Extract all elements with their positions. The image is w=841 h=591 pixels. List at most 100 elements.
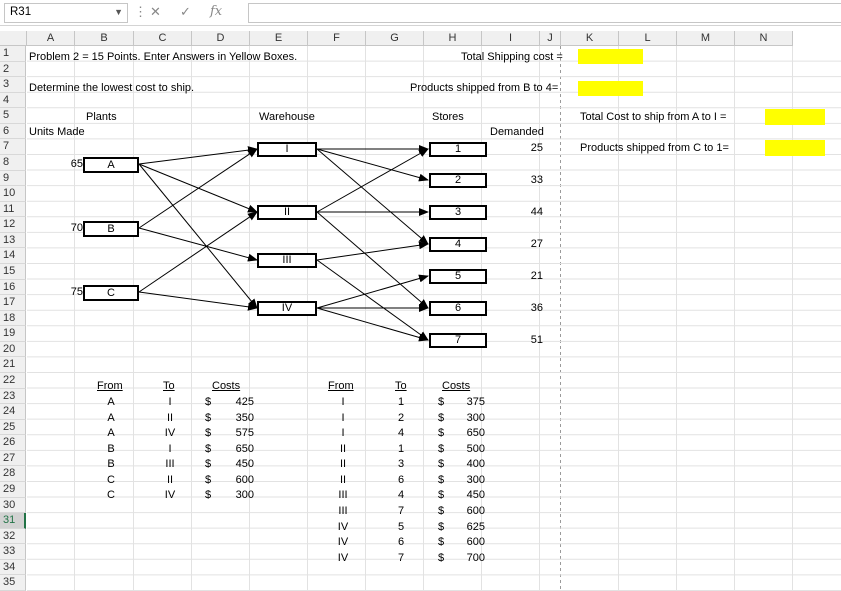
arrow-i-4 [316,148,429,245]
table2-currency-cell: $ [438,458,445,471]
row-header-34[interactable]: 34 [0,559,26,576]
table2-to-header: To [395,380,407,392]
name-box[interactable]: R31 ▼ [4,3,128,23]
column-header-k[interactable]: K [561,31,619,46]
table2-cost-cell: 450 [466,489,485,502]
table1-cost-cell: 600 [235,473,254,486]
select-all-corner[interactable] [0,31,27,46]
column-header-e[interactable]: E [250,31,308,46]
column-header-d[interactable]: D [192,31,250,46]
column-header-g[interactable]: G [366,31,424,46]
row-header-22[interactable]: 22 [0,372,26,389]
table1-to-cell: IV [164,489,176,502]
row-header-33[interactable]: 33 [0,544,26,560]
row-header-24[interactable]: 24 [0,404,26,420]
table1-to-header: To [163,380,175,392]
table2-currency-cell: $ [438,473,445,486]
warehouse-box-i: I [257,142,317,157]
table1-costs-header: Costs [212,380,241,392]
row-header-6[interactable]: 6 [0,123,26,140]
row-header-2[interactable]: 2 [0,61,26,78]
enter-check-icon[interactable]: ✓ [180,4,191,20]
column-header-h[interactable]: H [424,31,482,46]
arrow-iv-5 [316,274,429,309]
dropdown-arrow-icon[interactable]: ▼ [114,7,123,17]
row-header-31[interactable]: 31 [0,513,26,529]
table1-from-cell: B [107,442,115,455]
row-header-19[interactable]: 19 [0,326,26,342]
row-header-26[interactable]: 26 [0,435,26,451]
table1-to-cell: IV [164,427,176,440]
store-box-2: 2 [429,173,487,188]
column-header-c[interactable]: C [134,31,192,46]
column-header-l[interactable]: L [619,31,677,46]
table2-currency-cell: $ [438,489,445,502]
row-header-11[interactable]: 11 [0,201,26,218]
worksheet-grid[interactable]: Problem 2 = 15 Points. Enter Answers in … [27,46,841,591]
row-header-15[interactable]: 15 [0,263,26,280]
row-header-32[interactable]: 32 [0,528,26,545]
column-header-m[interactable]: M [677,31,735,46]
row-header-20[interactable]: 20 [0,341,26,358]
function-icon[interactable]: fx [210,4,222,19]
row-header-1[interactable]: 1 [0,46,26,62]
arrow-iv-7 [316,307,429,342]
column-header-j[interactable]: J [540,31,561,46]
table1-to-cell: II [166,473,174,486]
column-header-b[interactable]: B [75,31,134,46]
row-header-9[interactable]: 9 [0,170,26,187]
row-header-13[interactable]: 13 [0,232,26,249]
row-header-14[interactable]: 14 [0,248,26,264]
store-box-4: 4 [429,237,487,252]
table1-from-header: From [97,380,123,392]
row-header-17[interactable]: 17 [0,295,26,311]
warehouse-box-iii: III [257,253,317,268]
cancel-icon[interactable]: ✕ [150,4,161,20]
column-header-a[interactable]: A [27,31,75,46]
row-header-8[interactable]: 8 [0,154,26,171]
plant-box-a: A [83,157,139,173]
table2-to-cell: 1 [397,442,405,455]
column-header-n[interactable]: N [735,31,793,46]
arrow-c-ii [138,211,258,293]
row-header-28[interactable]: 28 [0,466,26,482]
row-header-16[interactable]: 16 [0,279,26,296]
table1-cost-cell: 425 [235,396,254,408]
row-header-10[interactable]: 10 [0,186,26,202]
row-header-7[interactable]: 7 [0,139,26,155]
table1-cost-cell: 450 [235,458,254,471]
row-header-5[interactable]: 5 [0,108,26,124]
table2-currency-cell: $ [438,427,445,440]
row-header-25[interactable]: 25 [0,419,26,436]
table2-from-cell: IV [337,551,349,564]
table2-to-cell: 4 [397,489,405,502]
row-header-30[interactable]: 30 [0,497,26,514]
row-header-35[interactable]: 35 [0,575,26,591]
table1-from-cell: C [107,473,115,486]
row-header-21[interactable]: 21 [0,357,26,373]
store-box-7: 7 [429,333,487,348]
row-header-27[interactable]: 27 [0,450,26,467]
plant-box-b: B [83,221,139,237]
table2-currency-cell: $ [438,551,445,564]
arrow-a-i [138,146,258,165]
table2-cost-cell: 600 [466,504,485,517]
column-header-f[interactable]: F [308,31,366,46]
column-header-i[interactable]: I [482,31,540,46]
table2-from-cell: IV [337,536,349,549]
row-header-18[interactable]: 18 [0,310,26,327]
arrow-iii-4 [316,241,429,261]
row-header-29[interactable]: 29 [0,481,26,498]
formula-input[interactable] [248,3,841,23]
row-header-4[interactable]: 4 [0,92,26,109]
row-header-12[interactable]: 12 [0,217,26,233]
store-box-1: 1 [429,142,487,157]
row-header-3[interactable]: 3 [0,77,26,93]
row-header-23[interactable]: 23 [0,388,26,405]
arrow-b-iii [138,227,258,262]
table1-cost-cell: 650 [235,442,254,455]
table2-to-cell: 7 [397,551,405,564]
table2-to-cell: 6 [397,536,405,549]
table2-to-cell: 2 [397,411,405,424]
table1-from-cell: A [107,411,115,424]
